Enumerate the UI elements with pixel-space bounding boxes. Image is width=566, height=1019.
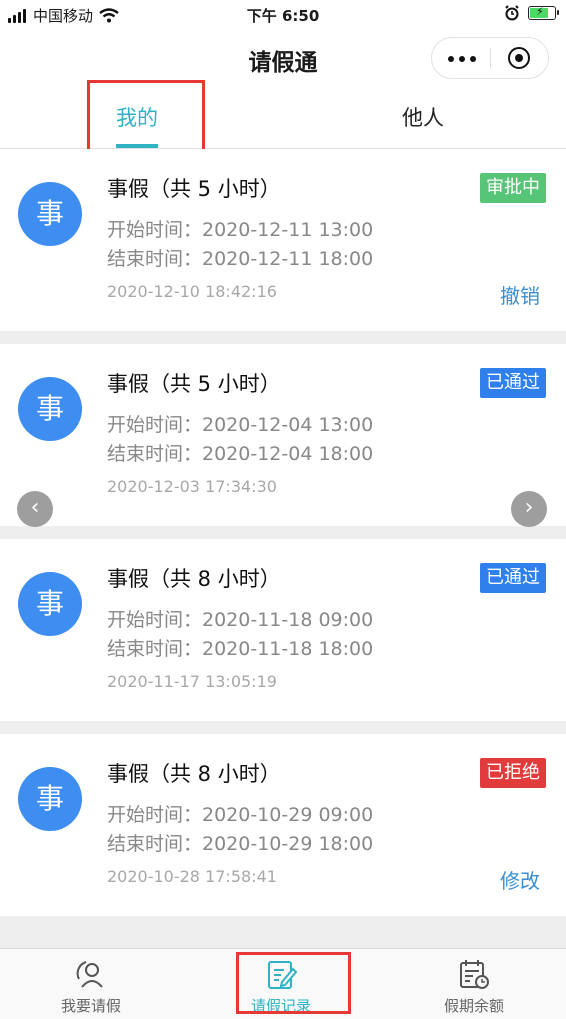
status-badge: 已拒绝 [480, 758, 546, 788]
start-time: 开始时间：2020-10-29 09:00 [107, 804, 374, 826]
chevron-left-icon[interactable]: ‹ [17, 491, 53, 527]
highlight-box-records-tab [236, 952, 351, 1014]
end-time: 结束时间：2020-12-11 18:00 [107, 248, 374, 270]
start-time: 开始时间：2020-11-18 09:00 [107, 609, 374, 631]
chevron-right-icon[interactable]: › [511, 491, 547, 527]
miniprogram-capsule [431, 37, 549, 79]
status-badge: 已通过 [480, 368, 546, 398]
tab-request-leave[interactable]: 我要请假 [21, 957, 161, 1016]
edit-button[interactable]: 修改 [500, 865, 540, 894]
created-timestamp: 2020-10-28 17:58:41 [107, 867, 277, 886]
leave-record-card[interactable]: 事 事假（共 5 小时） 已通过 开始时间：2020-12-04 13:00 结… [0, 344, 566, 526]
leave-type-avatar: 事 [18, 377, 82, 441]
leave-record-card[interactable]: 事 事假（共 8 小时） 已拒绝 开始时间：2020-10-29 09:00 结… [0, 734, 566, 916]
tab-request-leave-label: 我要请假 [60, 997, 121, 1015]
leave-title: 事假（共 8 小时） [107, 567, 281, 591]
leave-title: 事假（共 5 小时） [107, 177, 281, 201]
created-timestamp: 2020-11-17 13:05:19 [107, 672, 277, 691]
more-icon[interactable] [448, 56, 476, 62]
created-timestamp: 2020-12-03 17:34:30 [107, 477, 277, 496]
leave-record-card[interactable]: 事 事假（共 5 小时） 审批中 开始时间：2020-12-11 13:00 结… [0, 149, 566, 331]
end-time: 结束时间：2020-12-04 18:00 [107, 443, 374, 465]
status-right: ⚡ [504, 5, 559, 21]
nav-bar: 请假通 [0, 30, 566, 88]
status-bar: 中国移动 下午 6:50 ⚡ [0, 0, 566, 30]
leave-type-avatar: 事 [18, 572, 82, 636]
tab-leave-balance-label: 假期余额 [443, 997, 504, 1015]
capsule-divider [490, 48, 491, 68]
alarm-icon [505, 5, 519, 21]
tab-others-label: 他人 [402, 106, 444, 130]
highlight-box-tab [87, 80, 205, 160]
battery-icon: ⚡ [528, 5, 559, 20]
end-time: 结束时间：2020-11-18 18:00 [107, 638, 374, 660]
calendar-clock-icon [460, 960, 489, 989]
status-time: 下午 6:50 [246, 7, 320, 25]
status-badge: 已通过 [480, 563, 546, 593]
leave-type-avatar: 事 [18, 767, 82, 831]
leave-title: 事假（共 8 小时） [107, 762, 281, 786]
leave-type-avatar: 事 [18, 182, 82, 246]
start-time: 开始时间：2020-12-04 13:00 [107, 414, 374, 436]
status-badge: 审批中 [480, 173, 546, 203]
tab-bar-top: 我的 他人 [0, 88, 566, 149]
leave-record-card[interactable]: 事 事假（共 8 小时） 已通过 开始时间：2020-11-18 09:00 结… [0, 539, 566, 721]
leave-title: 事假（共 5 小时） [107, 372, 281, 396]
close-miniprogram-icon[interactable] [508, 47, 530, 69]
tab-others[interactable]: 他人 [402, 102, 444, 132]
start-time: 开始时间：2020-12-11 13:00 [107, 219, 374, 241]
revoke-button[interactable]: 撤销 [500, 280, 540, 309]
end-time: 结束时间：2020-10-29 18:00 [107, 833, 374, 855]
created-timestamp: 2020-12-10 18:42:16 [107, 282, 277, 301]
tab-leave-balance[interactable]: 假期余额 [404, 957, 544, 1016]
person-icon [76, 961, 103, 988]
